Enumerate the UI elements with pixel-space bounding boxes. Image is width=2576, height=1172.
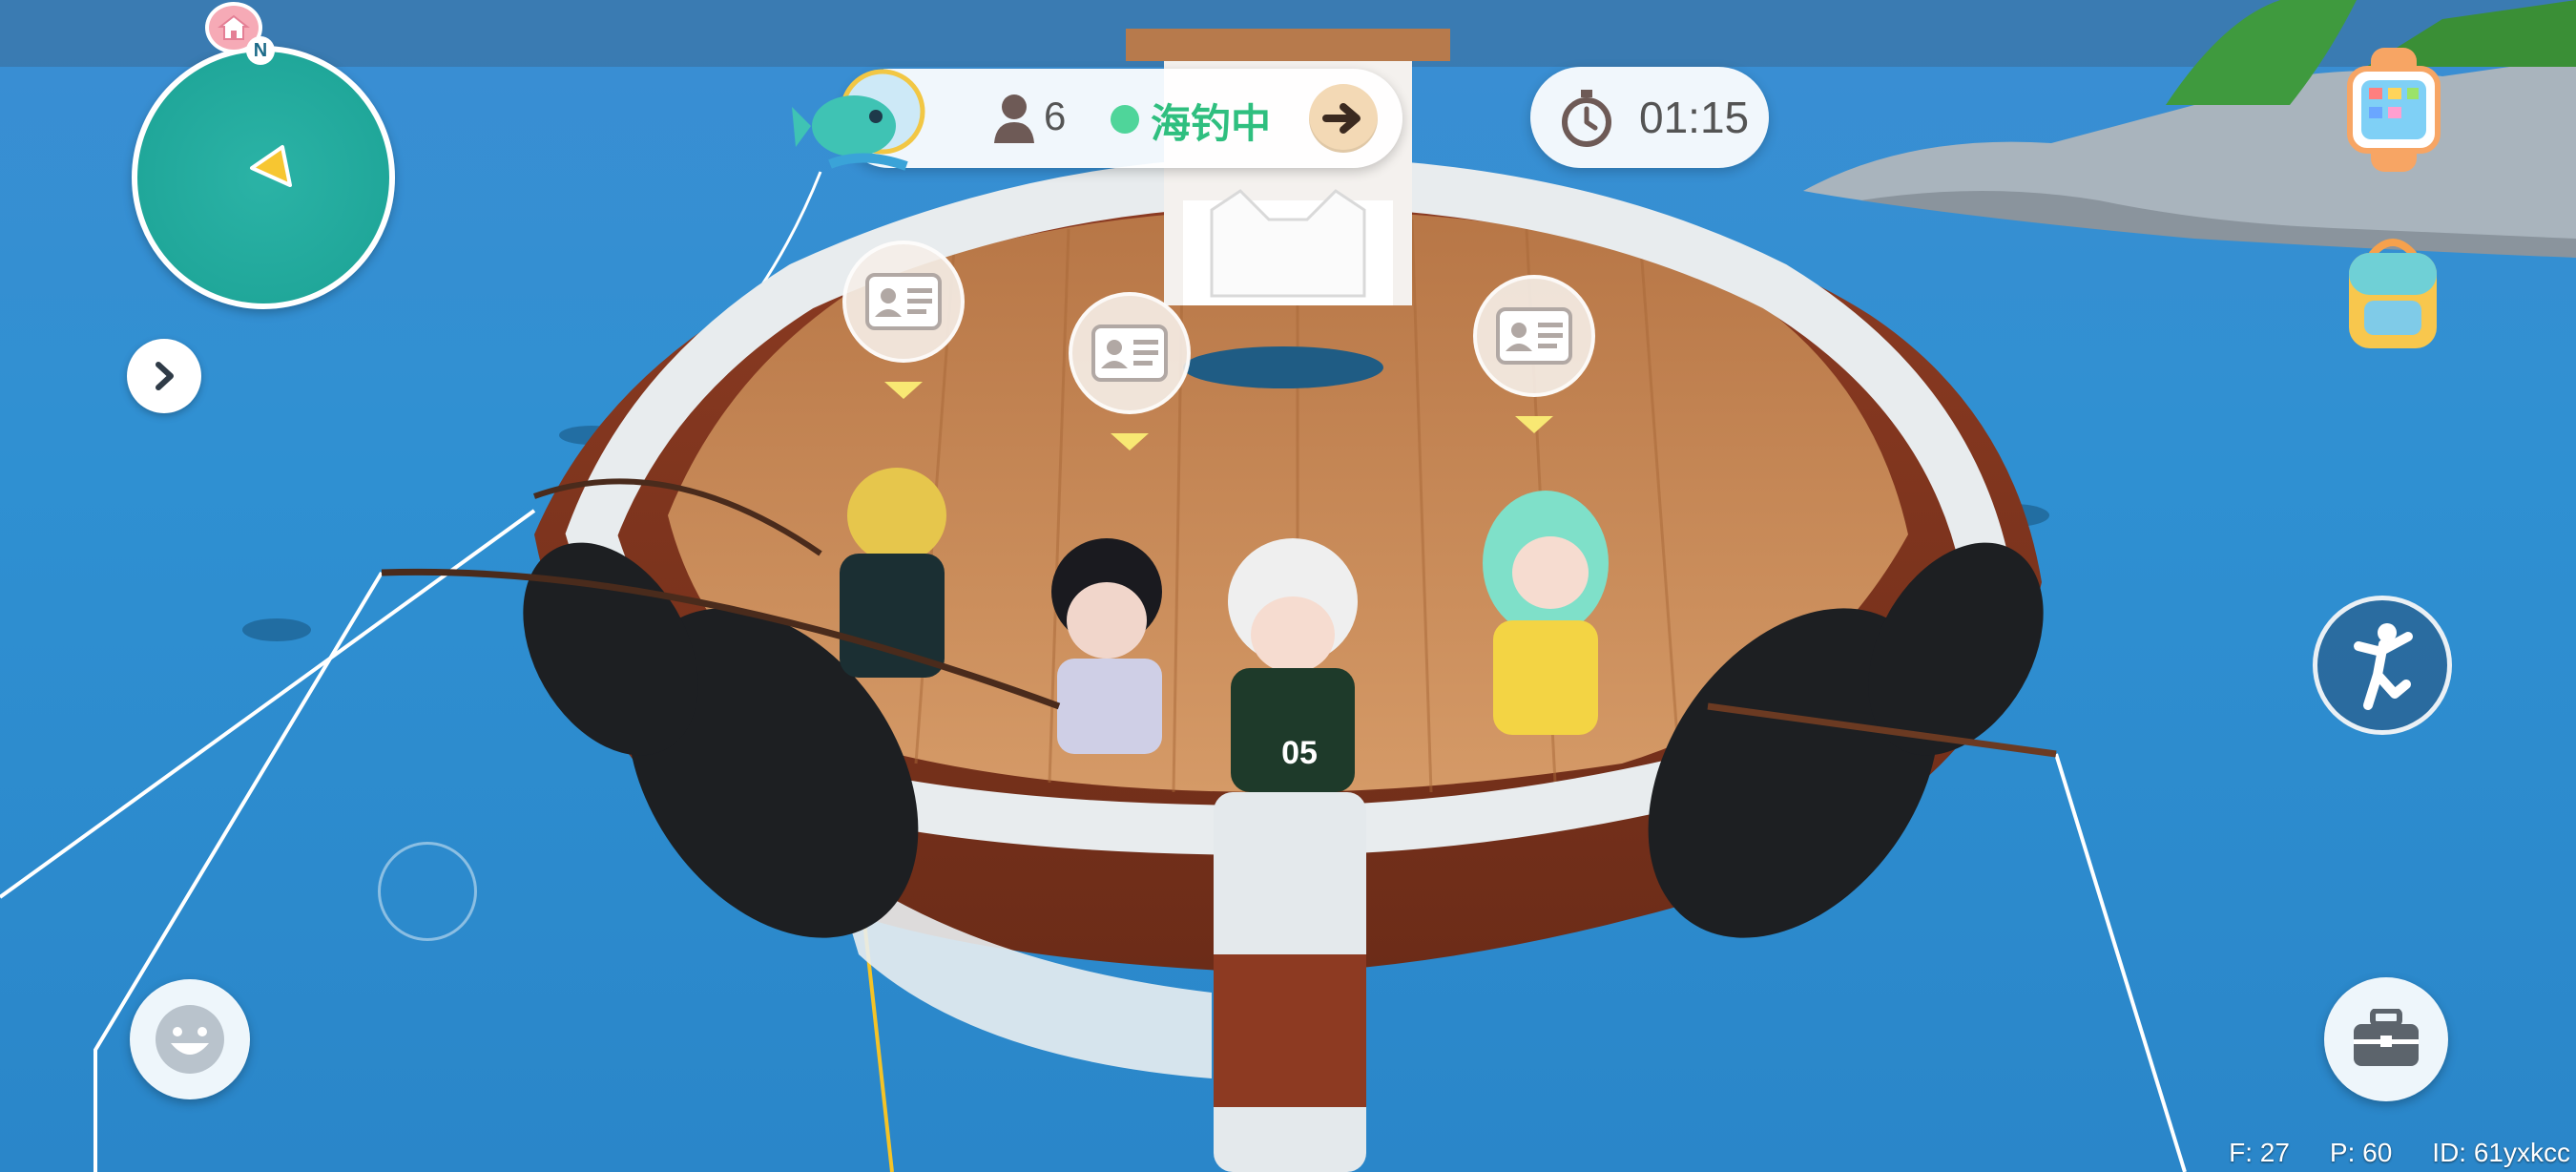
- smartwatch-icon: [2347, 48, 2441, 172]
- stopwatch-icon: [1555, 86, 1618, 149]
- id-card-icon: [1473, 275, 1595, 397]
- fps-readout: F: 27: [2229, 1138, 2290, 1167]
- jersey-number: 05: [1281, 735, 1318, 771]
- player-profile-marker[interactable]: [1069, 292, 1198, 450]
- fish-icon: [792, 59, 935, 183]
- go-button[interactable]: [1309, 84, 1378, 153]
- smile-icon: [156, 1005, 224, 1074]
- arrow-right-icon: [1322, 103, 1361, 134]
- player-profile-marker[interactable]: [842, 241, 972, 399]
- marker-pointer: [1111, 433, 1149, 450]
- expand-button[interactable]: [127, 339, 201, 413]
- toolbox-button[interactable]: [2324, 977, 2448, 1101]
- activity-status-text: 海钓中: [1151, 101, 1272, 146]
- character-right: [1483, 491, 1609, 735]
- player-count: 6: [1044, 94, 1067, 138]
- north-label: N: [246, 36, 275, 65]
- character-left: [840, 468, 946, 678]
- player-profile-marker[interactable]: [1473, 275, 1603, 433]
- action-button[interactable]: [2313, 596, 2452, 735]
- person-icon: [990, 92, 1038, 145]
- chevron-right-icon: [156, 362, 174, 390]
- movement-joystick[interactable]: [378, 842, 477, 941]
- backpack-button[interactable]: [2336, 234, 2450, 356]
- status-indicator: [1111, 105, 1139, 134]
- player-location-icon: [250, 145, 292, 187]
- minimap[interactable]: [132, 46, 395, 309]
- session-id: ID: 61yxkcc: [2432, 1138, 2570, 1167]
- emoji-button[interactable]: [130, 979, 250, 1099]
- debug-overlay: F: 27 P: 60 ID: 61yxkcc: [2229, 1138, 2570, 1168]
- id-card-icon: [1069, 292, 1191, 414]
- backpack-icon: [2349, 239, 2437, 348]
- id-card-icon: [842, 241, 965, 363]
- ping-readout: P: 60: [2329, 1138, 2393, 1167]
- marker-pointer: [1515, 416, 1553, 433]
- toolbox-icon: [2354, 1009, 2419, 1066]
- timer-text: 01:15: [1639, 93, 1750, 142]
- smartwatch-button[interactable]: [2342, 48, 2447, 172]
- dance-pose-icon: [2354, 623, 2413, 710]
- marker-pointer: [884, 382, 923, 399]
